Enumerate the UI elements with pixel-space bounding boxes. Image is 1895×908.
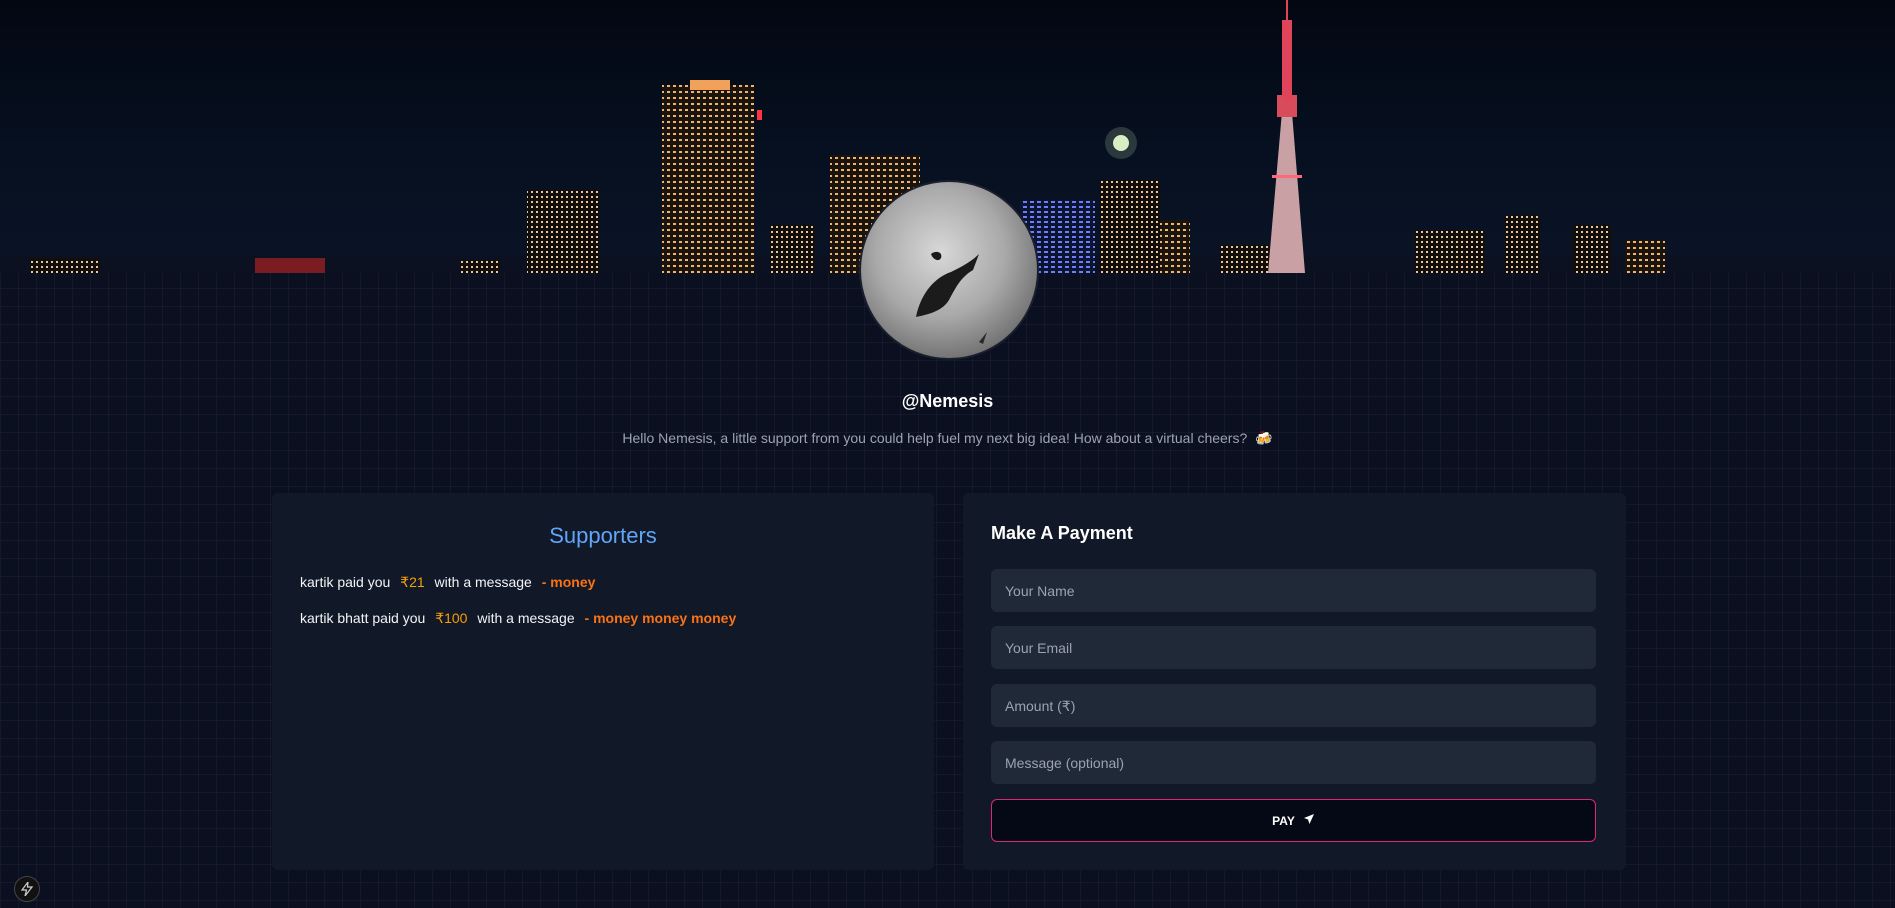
supporter-name: kartik <box>300 574 334 590</box>
pay-label: PAY <box>1272 813 1295 828</box>
supporter-item: kartik paid you ₹21 with a message - mon… <box>300 574 595 591</box>
payment-title: Make A Payment <box>991 523 1133 543</box>
cheers-emoji: 🍻 <box>1255 430 1273 446</box>
supporters-panel: Supporters kartik paid you ₹21 with a me… <box>272 493 934 870</box>
supporter-name: kartik bhatt <box>300 610 369 626</box>
supporter-with-text: with a message <box>477 610 575 626</box>
supporter-paid-text: paid you <box>337 574 391 590</box>
profile-tagline: Hello Nemesis, a little support from you… <box>0 430 1895 447</box>
message-input[interactable] <box>991 741 1596 784</box>
supporter-amount: ₹100 <box>435 610 468 626</box>
supporter-paid-text: paid you <box>372 610 426 626</box>
supporter-item: kartik bhatt paid you ₹100 with a messag… <box>300 610 736 627</box>
payment-panel: Make A Payment PAY <box>963 493 1626 870</box>
name-input[interactable] <box>991 569 1596 612</box>
amount-input[interactable] <box>991 684 1596 727</box>
profile-username: @Nemesis <box>901 391 994 411</box>
supporter-with-text: with a message <box>434 574 532 590</box>
supporter-message: - money money money <box>584 610 737 626</box>
email-input[interactable] <box>991 626 1596 669</box>
tagline-text: Hello Nemesis, a little support from you… <box>622 430 1248 446</box>
pay-button[interactable]: PAY <box>991 799 1596 842</box>
supporter-message: - money <box>541 574 596 590</box>
supporter-amount: ₹21 <box>400 574 425 590</box>
supporters-title: Supporters <box>549 523 657 548</box>
lightning-icon[interactable] <box>14 876 40 902</box>
profile-avatar <box>859 180 1039 360</box>
send-icon <box>1303 813 1315 828</box>
